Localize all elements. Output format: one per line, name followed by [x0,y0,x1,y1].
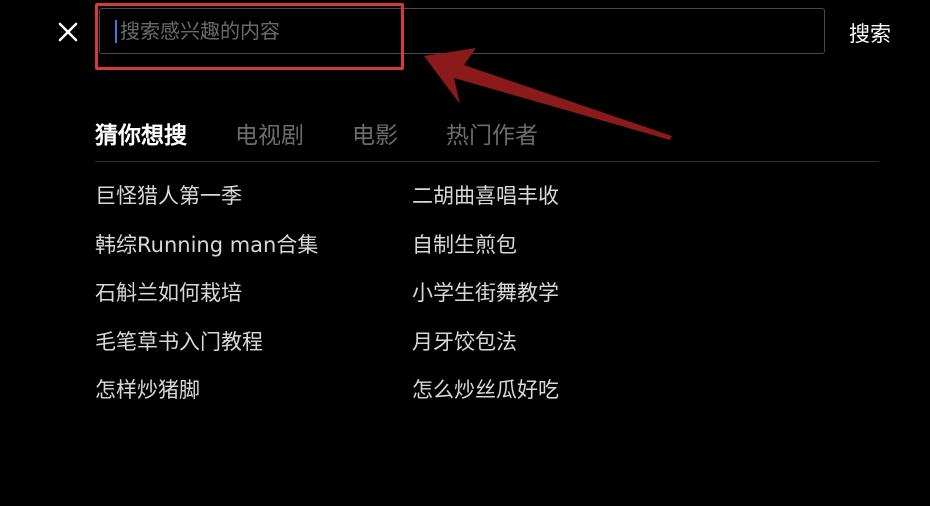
suggestion-item[interactable]: 怎么炒丝瓜好吃 [412,374,559,423]
suggestion-item[interactable]: 二胡曲喜唱丰收 [412,180,559,229]
search-page: 搜索 猜你想搜 电视剧 电影 热门作者 巨怪猎人第一季韩综Running man合集石… [0,0,930,506]
tab-2[interactable]: 电影 [352,116,398,150]
suggestion-list-left: 巨怪猎人第一季 韩综Running man合集 石斛兰如何栽培 毛笔草书入门教程 怎样炒… [95,180,318,423]
search-button[interactable]: 搜索 [849,18,891,48]
suggestion-item[interactable]: 毛笔草书入门教程 [95,326,318,375]
suggestion-item[interactable]: 怎样炒猪脚 [95,374,318,423]
search-input[interactable] [114,9,804,53]
category-tabs: 猜你想搜 电视剧 电影 热门作者 [95,116,586,150]
suggestion-item[interactable]: 巨怪猎人第一季 [95,180,318,229]
close-button[interactable] [54,18,82,46]
suggestion-list-right: 二胡曲喜唱丰收 自制生煎包 小学生街舞教学 月牙饺包法 怎么炒丝瓜好吃 [412,180,559,423]
text-caret [115,20,117,43]
tab-0[interactable]: 猜你想搜 [95,116,187,150]
tab-3[interactable]: 热门作者 [446,116,538,150]
suggestion-item[interactable]: 小学生街舞教学 [412,277,559,326]
search-box [99,8,825,54]
tab-1[interactable]: 电视剧 [235,116,304,150]
suggestion-item[interactable]: 自制生煎包 [412,229,559,278]
suggestion-item[interactable]: 月牙饺包法 [412,326,559,375]
suggestion-item[interactable]: 韩综Running man合集 [95,229,318,278]
tabs-divider [95,161,879,162]
suggestion-item[interactable]: 石斛兰如何栽培 [95,277,318,326]
close-icon [58,22,78,42]
